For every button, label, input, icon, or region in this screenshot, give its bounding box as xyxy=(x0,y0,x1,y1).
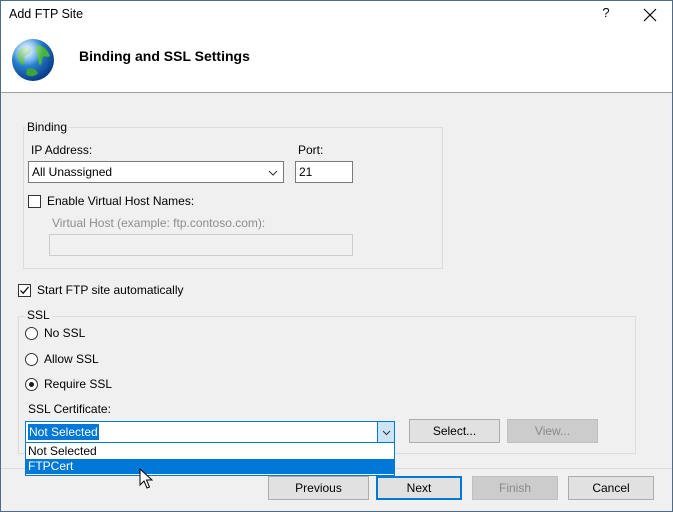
virtual-host-input[interactable] xyxy=(49,234,353,256)
next-button[interactable]: Next xyxy=(376,476,462,500)
binding-group-label: Binding xyxy=(25,120,70,134)
cancel-button[interactable]: Cancel xyxy=(568,476,654,500)
enable-virtual-host-checkbox[interactable] xyxy=(28,195,41,208)
allow-ssl-radio[interactable] xyxy=(25,353,38,366)
port-label: Port: xyxy=(298,143,324,157)
ssl-certificate-label: SSL Certificate: xyxy=(28,402,111,416)
enable-virtual-host-label: Enable Virtual Host Names: xyxy=(47,194,195,208)
dropdown-arrow-button[interactable] xyxy=(377,422,394,442)
checkmark-icon xyxy=(20,286,29,295)
close-icon xyxy=(643,8,657,22)
finish-button[interactable]: Finish xyxy=(472,476,558,500)
chevron-down-icon xyxy=(382,430,391,436)
ssl-certificate-dropdown[interactable]: Not Selected xyxy=(25,421,395,443)
no-ssl-radio[interactable] xyxy=(25,327,38,340)
globe-icon xyxy=(12,39,54,81)
virtual-host-label: Virtual Host (example: ftp.contoso.com): xyxy=(52,216,266,230)
port-input[interactable]: 21 xyxy=(295,161,353,183)
certificate-option-ftpcert[interactable]: FTPCert xyxy=(26,459,394,474)
window-title: Add FTP Site xyxy=(9,7,84,21)
title-bar: Add FTP Site ? xyxy=(1,1,672,29)
ip-address-dropdown[interactable]: All Unassigned xyxy=(28,161,284,183)
previous-button[interactable]: Previous xyxy=(268,476,369,500)
close-button[interactable] xyxy=(641,5,659,25)
help-button[interactable]: ? xyxy=(599,5,613,25)
page-title: Binding and SSL Settings xyxy=(79,48,250,64)
ssl-certificate-list: Not Selected FTPCert xyxy=(25,443,395,476)
view-certificate-button[interactable]: View... xyxy=(507,419,598,443)
chevron-down-icon xyxy=(268,170,278,176)
require-ssl-radio[interactable] xyxy=(25,378,38,391)
certificate-option-not-selected[interactable]: Not Selected xyxy=(26,444,394,459)
wizard-header: Binding and SSL Settings xyxy=(1,29,672,93)
select-certificate-button[interactable]: Select... xyxy=(409,419,500,443)
ssl-group-label: SSL xyxy=(25,308,52,322)
no-ssl-label: No SSL xyxy=(44,326,86,340)
start-automatically-label: Start FTP site automatically xyxy=(37,283,184,297)
radio-selected-dot xyxy=(29,382,34,387)
ip-address-value: All Unassigned xyxy=(32,165,113,179)
ssl-certificate-value: Not Selected xyxy=(28,424,99,440)
add-ftp-site-dialog: Add FTP Site ? Binding and SSL Settings … xyxy=(0,0,673,512)
start-automatically-checkbox[interactable] xyxy=(18,284,31,297)
require-ssl-label: Require SSL xyxy=(44,377,113,391)
ip-address-label: IP Address: xyxy=(31,143,93,157)
allow-ssl-label: Allow SSL xyxy=(44,352,99,366)
